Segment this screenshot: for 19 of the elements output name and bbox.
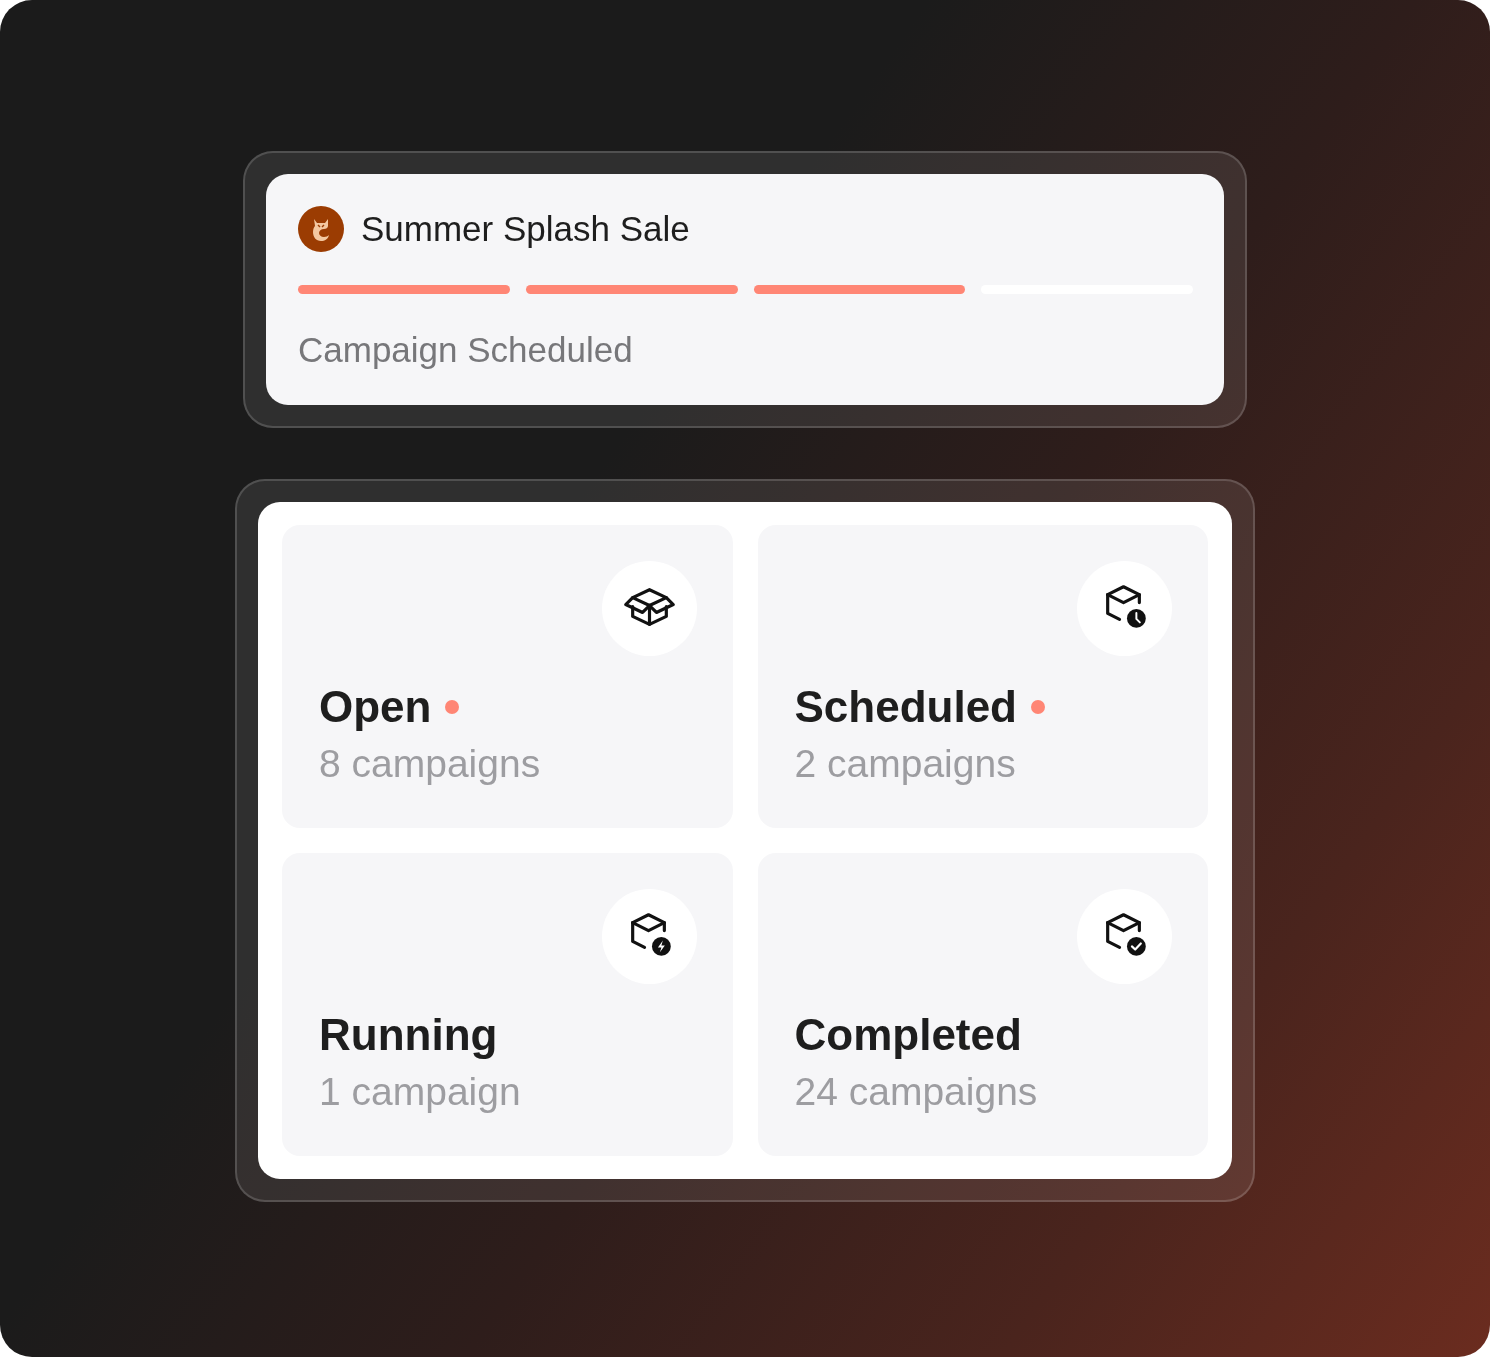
campaign-count: 8 campaigns <box>319 741 541 787</box>
fox-logo-icon <box>298 206 344 252</box>
status-tile[interactable]: Running 1 campaign <box>282 853 733 1156</box>
box-clock-icon <box>1077 561 1172 656</box>
status-tile[interactable]: Completed 24 campaigns <box>757 853 1208 1156</box>
tile-title: Running <box>319 1009 498 1061</box>
campaign-count: 2 campaigns <box>794 741 1016 787</box>
campaign-status: Campaign Scheduled <box>298 329 633 371</box>
tile-title: Completed <box>794 1009 1022 1061</box>
campaign-count: 24 campaigns <box>794 1069 1038 1115</box>
campaign-count: 1 campaign <box>319 1069 521 1115</box>
tile-title: Scheduled <box>794 681 1017 733</box>
tile-title: Open <box>319 681 432 733</box>
box-check-icon <box>1077 889 1172 984</box>
box-lightning-icon <box>601 889 697 984</box>
status-tile[interactable]: Open 8 campaigns <box>282 525 733 828</box>
open-box-icon <box>601 561 697 656</box>
status-tile[interactable]: Scheduled 2 campaigns <box>757 525 1208 828</box>
campaign-title: Summer Splash Sale <box>361 208 690 250</box>
